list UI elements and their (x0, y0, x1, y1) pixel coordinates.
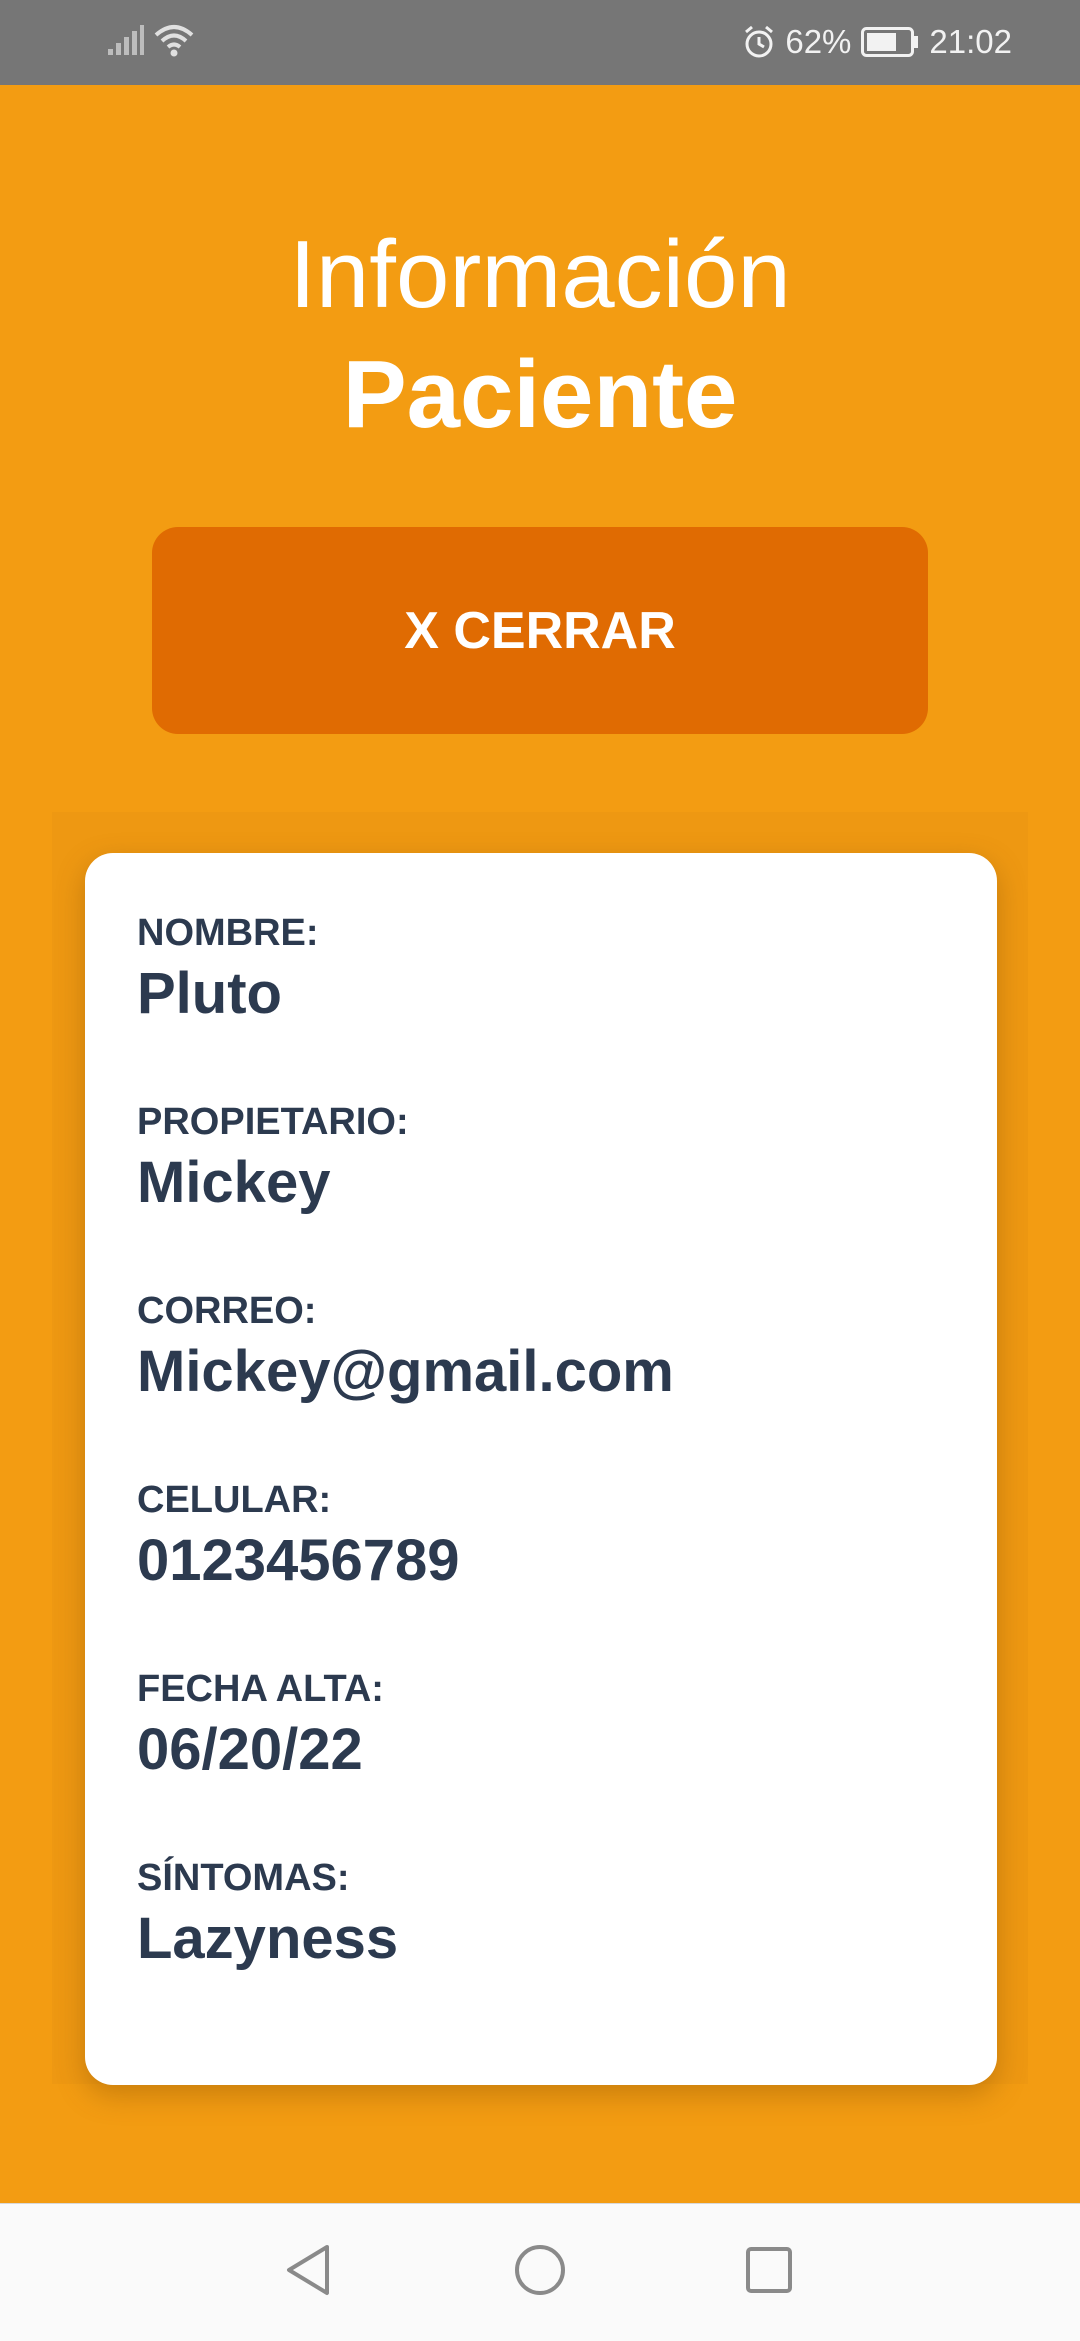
field-label: CELULAR: (137, 1479, 332, 1521)
field-label: PROPIETARIO: (137, 1101, 409, 1143)
field-correo: CORREO: Mickey@gmail.com (137, 1289, 674, 1407)
home-icon (513, 2243, 567, 2302)
field-propietario: PROPIETARIO: Mickey (137, 1100, 409, 1218)
recents-button[interactable] (727, 2230, 811, 2314)
field-value: Mickey@gmail.com (137, 1339, 674, 1404)
signal-icon (108, 24, 144, 60)
patient-info-card: NOMBRE: Pluto PROPIETARIO: Mickey CORREO… (85, 853, 997, 2085)
field-value: Mickey (137, 1150, 331, 1215)
field-value: Pluto (137, 961, 282, 1026)
title-line-2: Paciente (342, 341, 738, 448)
field-label: SÍNTOMAS: (137, 1857, 350, 1899)
field-value: 0123456789 (137, 1528, 460, 1593)
wifi-icon (154, 23, 194, 62)
battery-icon (861, 27, 919, 57)
field-label: FECHA ALTA: (137, 1668, 384, 1710)
field-sintomas: SÍNTOMAS: Lazyness (137, 1856, 398, 1974)
navigation-bar (0, 2203, 1080, 2341)
field-fecha-alta: FECHA ALTA: 06/20/22 (137, 1667, 384, 1785)
battery-percent: 62% (785, 23, 852, 60)
status-right: 62% 21:02 (743, 20, 1012, 64)
close-button[interactable]: X CERRAR (152, 527, 928, 734)
alarm-icon (743, 25, 775, 59)
field-label: NOMBRE: (137, 912, 319, 954)
back-icon (283, 2243, 333, 2302)
field-label: CORREO: (137, 1290, 317, 1332)
status-bar: 62% 21:02 (0, 0, 1080, 85)
back-button[interactable] (266, 2230, 350, 2314)
field-celular: CELULAR: 0123456789 (137, 1478, 460, 1596)
status-left (108, 22, 194, 62)
recents-icon (744, 2245, 794, 2300)
field-value: Lazyness (137, 1906, 399, 1971)
field-value: 06/20/22 (137, 1717, 363, 1782)
home-button[interactable] (498, 2230, 582, 2314)
title-line-1: Información (289, 221, 791, 328)
field-nombre: NOMBRE: Pluto (137, 911, 319, 1029)
page-title: Información Paciente (0, 215, 1080, 455)
clock: 21:02 (929, 23, 1012, 60)
